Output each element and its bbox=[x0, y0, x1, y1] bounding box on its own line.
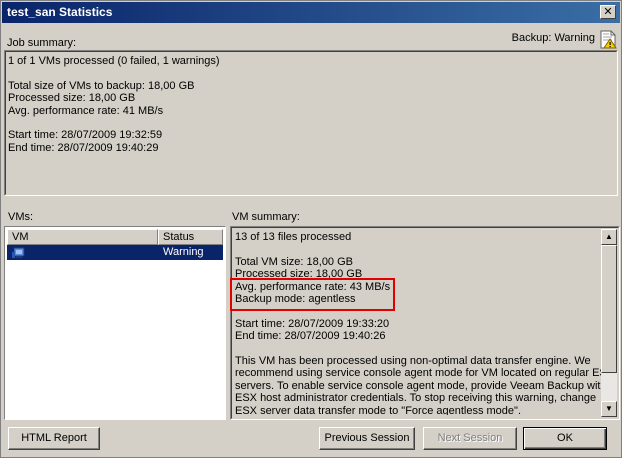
vm-line bbox=[235, 343, 603, 355]
vm-line: servers. To enable service console agent… bbox=[235, 379, 603, 392]
next-session-label: Next Session bbox=[437, 432, 503, 444]
vm-summary-panel[interactable]: 13 of 13 files processed Total VM size: … bbox=[230, 226, 620, 420]
backup-label: Backup: bbox=[511, 32, 552, 44]
vm-line bbox=[235, 244, 603, 256]
vm-summary-label: VM summary: bbox=[232, 211, 300, 223]
vm-line: 13 of 13 files processed bbox=[235, 231, 352, 243]
vm-row-status: Warning bbox=[158, 245, 223, 260]
job-line bbox=[8, 68, 220, 80]
vm-summary-scrollbar[interactable]: ▲ ▼ bbox=[601, 229, 617, 417]
vm-line: End time: 28/07/2009 19:40:26 bbox=[235, 330, 386, 342]
scroll-thumb[interactable] bbox=[601, 245, 617, 373]
close-icon: ✕ bbox=[603, 6, 613, 18]
job-line bbox=[8, 117, 220, 129]
window-title: test_san Statistics bbox=[7, 5, 113, 19]
column-header-status[interactable]: Status bbox=[158, 229, 223, 245]
warning-document-icon bbox=[600, 30, 617, 49]
backup-status: Backup: Warning bbox=[512, 32, 595, 44]
column-header-vm[interactable]: VM bbox=[7, 229, 158, 245]
vm-summary-text: 13 of 13 files processed Total VM size: … bbox=[235, 231, 603, 415]
vms-list[interactable]: VM Status Warning bbox=[4, 226, 226, 420]
vms-label: VMs: bbox=[8, 211, 34, 223]
previous-session-label: Previous Session bbox=[324, 432, 410, 444]
job-summary-label: Job summary: bbox=[7, 37, 77, 49]
close-button[interactable]: ✕ bbox=[600, 5, 616, 19]
job-line: Total size of VMs to backup: 18,00 GB bbox=[8, 79, 195, 92]
job-line: 1 of 1 VMs processed (0 failed, 1 warnin… bbox=[8, 55, 220, 67]
ok-label: OK bbox=[557, 432, 573, 444]
vm-row[interactable]: Warning bbox=[7, 245, 223, 260]
scroll-down-arrow-icon: ▼ bbox=[605, 404, 613, 413]
job-summary-panel: 1 of 1 VMs processed (0 failed, 1 warnin… bbox=[4, 50, 618, 196]
scroll-down-button[interactable]: ▼ bbox=[601, 401, 617, 417]
vm-line: ESX host administrator credentials. To s… bbox=[235, 392, 597, 404]
html-report-button[interactable]: HTML Report bbox=[8, 427, 100, 450]
ok-button[interactable]: OK bbox=[523, 427, 607, 450]
vm-line: recommend using service console agent mo… bbox=[235, 367, 603, 379]
vm-line: This VM has been processed using non-opt… bbox=[235, 354, 591, 367]
next-session-button[interactable]: Next Session bbox=[423, 427, 517, 450]
vms-list-header: VM Status bbox=[7, 229, 223, 245]
job-line: Avg. performance rate: 41 MB/s bbox=[8, 104, 164, 117]
highlight-box bbox=[230, 278, 395, 311]
job-line: End time: 28/07/2009 19:40:29 bbox=[8, 141, 159, 154]
title-bar[interactable]: test_san Statistics ✕ bbox=[2, 2, 620, 23]
job-line: Processed size: 18,00 GB bbox=[8, 92, 136, 104]
previous-session-button[interactable]: Previous Session bbox=[319, 427, 415, 450]
vm-line: Start time: 28/07/2009 19:33:20 bbox=[235, 317, 390, 330]
html-report-label: HTML Report bbox=[21, 432, 87, 444]
job-line: Start time: 28/07/2009 19:32:59 bbox=[8, 129, 163, 141]
job-summary-text: 1 of 1 VMs processed (0 failed, 1 warnin… bbox=[8, 55, 220, 154]
vm-line: Total VM size: 18,00 GB bbox=[235, 255, 353, 268]
vm-line: ESX server data transfer mode to "Force … bbox=[235, 404, 521, 416]
vm-row-name bbox=[7, 245, 158, 260]
backup-status-value: Warning bbox=[554, 32, 595, 44]
vm-icon bbox=[12, 247, 25, 258]
scroll-up-arrow-icon: ▲ bbox=[605, 232, 613, 241]
scroll-up-button[interactable]: ▲ bbox=[601, 229, 617, 245]
statistics-window: test_san Statistics ✕ Job summary: Backu… bbox=[0, 0, 622, 458]
